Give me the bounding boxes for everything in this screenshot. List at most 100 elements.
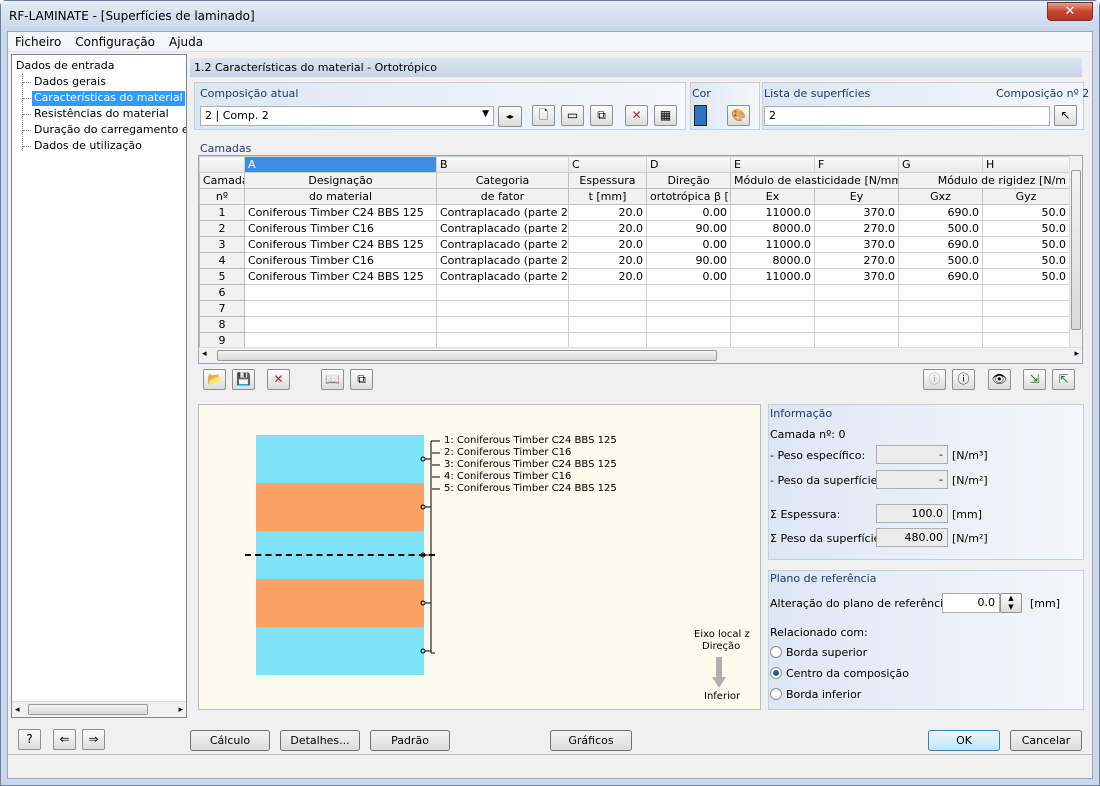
col-letter[interactable]: E xyxy=(730,156,815,173)
tree-item-duracao[interactable]: Duração do carregamento e cla xyxy=(34,123,186,138)
table-cell[interactable]: 20.0 xyxy=(568,204,647,221)
table-cell[interactable] xyxy=(982,284,1070,301)
table-cell[interactable]: 0.00 xyxy=(646,204,731,221)
table-cell[interactable] xyxy=(730,316,815,333)
ok-button[interactable]: OK xyxy=(928,730,1000,751)
tree-scrollbar[interactable]: ◂ ▸ xyxy=(12,701,186,717)
delete-composition-icon[interactable]: ✕ xyxy=(625,105,648,126)
centro-composicao-label[interactable]: Centro da composição xyxy=(786,667,909,680)
radio-borda-superior[interactable] xyxy=(770,646,782,658)
table-cell[interactable]: 90.00 xyxy=(646,220,731,237)
table-cell[interactable]: 90.00 xyxy=(646,252,731,269)
table-cell[interactable] xyxy=(898,284,983,301)
table-cell[interactable]: 0.00 xyxy=(646,268,731,285)
color-swatch[interactable] xyxy=(694,105,707,126)
row-number[interactable]: 7 xyxy=(199,300,245,317)
table-cell[interactable] xyxy=(244,316,437,333)
tree-scroll-thumb[interactable] xyxy=(28,704,148,715)
col-letter[interactable]: A xyxy=(244,156,437,173)
table-cell[interactable]: Coniferous Timber C16 xyxy=(244,220,437,237)
menu-configuracao[interactable]: Configuração xyxy=(68,32,162,49)
table-cell[interactable] xyxy=(646,300,731,317)
help-icon[interactable]: ? xyxy=(18,729,41,750)
table-cell[interactable]: 20.0 xyxy=(568,252,647,269)
table-cell[interactable]: 8000.0 xyxy=(730,220,815,237)
table-cell[interactable]: 20.0 xyxy=(568,236,647,253)
table-cell[interactable] xyxy=(982,300,1070,317)
col-letter[interactable]: G xyxy=(898,156,983,173)
table-cell[interactable]: 0.00 xyxy=(646,236,731,253)
table-vscroll-thumb[interactable] xyxy=(1071,170,1081,330)
scroll-left-icon[interactable]: ◂ xyxy=(202,349,207,359)
table-cell[interactable]: 50.0 xyxy=(982,220,1070,237)
table-hscroll-thumb[interactable] xyxy=(217,350,717,361)
table-cell[interactable]: Contraplacado (parte 2) xyxy=(436,220,569,237)
table-cell[interactable] xyxy=(436,300,569,317)
back-icon[interactable]: ⇐ xyxy=(53,729,76,750)
save-icon[interactable]: 💾 xyxy=(232,369,255,390)
tree-root[interactable]: Dados de entrada xyxy=(16,59,114,74)
material-library-icon[interactable]: 📖 xyxy=(321,369,344,390)
borda-inferior-label[interactable]: Borda inferior xyxy=(786,688,861,701)
import-excel-icon[interactable]: ⇱ xyxy=(1052,369,1075,390)
info-icon[interactable]: ⓘ xyxy=(952,369,975,390)
table-cell[interactable]: Contraplacado (parte 2) xyxy=(436,236,569,253)
menu-ficheiro[interactable]: Ficheiro xyxy=(8,32,68,49)
table-cell[interactable] xyxy=(436,316,569,333)
table-cell[interactable]: 500.0 xyxy=(898,220,983,237)
radio-borda-inferior[interactable] xyxy=(770,688,782,700)
open-library-icon[interactable]: ▭ xyxy=(561,105,584,126)
cancelar-button[interactable]: Cancelar xyxy=(1010,730,1082,751)
table-cell[interactable]: Coniferous Timber C24 BBS 125 xyxy=(244,236,437,253)
table-cell[interactable]: 20.0 xyxy=(568,268,647,285)
table-cell[interactable] xyxy=(982,316,1070,333)
table-cell[interactable] xyxy=(244,300,437,317)
new-composition-icon[interactable]: 🗋 xyxy=(532,105,555,126)
scroll-left-icon[interactable]: ◂ xyxy=(15,703,20,717)
scroll-right-icon[interactable]: ▸ xyxy=(1074,349,1079,359)
table-cell[interactable] xyxy=(814,284,899,301)
table-cell[interactable]: Contraplacado (parte 2) xyxy=(436,204,569,221)
eye-icon[interactable]: 👁 xyxy=(988,369,1011,390)
table-cell[interactable]: Contraplacado (parte 2) xyxy=(436,252,569,269)
tree-item-caracteristicas[interactable]: Características do material xyxy=(32,91,185,106)
table-cell[interactable]: 50.0 xyxy=(982,204,1070,221)
table-vscroll[interactable] xyxy=(1069,156,1082,347)
table-cell[interactable]: 11000.0 xyxy=(730,204,815,221)
table-cell[interactable]: Contraplacado (parte 2) xyxy=(436,268,569,285)
borda-superior-label[interactable]: Borda superior xyxy=(786,646,867,659)
row-number[interactable]: 6 xyxy=(199,284,245,301)
col-letter[interactable]: C xyxy=(568,156,647,173)
scroll-right-icon[interactable]: ▸ xyxy=(178,703,183,717)
prev-next-arrows[interactable]: ◂▸ xyxy=(498,106,522,127)
table-cell[interactable] xyxy=(568,284,647,301)
graficos-button[interactable]: Gráficos xyxy=(550,730,632,751)
copy-rows-icon[interactable]: ⧉ xyxy=(350,369,373,390)
open-folder-icon[interactable]: 📂 xyxy=(203,369,226,390)
col-letter[interactable]: H xyxy=(982,156,1070,173)
row-number[interactable]: 1 xyxy=(199,204,245,221)
select-surfaces-icon[interactable]: ↖ xyxy=(1054,105,1077,126)
row-number[interactable]: 3 xyxy=(199,236,245,253)
delete-icon[interactable]: ✕ xyxy=(267,369,290,390)
table-cell[interactable] xyxy=(568,300,647,317)
table-cell[interactable]: 690.0 xyxy=(898,268,983,285)
spinner-icon[interactable]: ▲ ▼ xyxy=(1000,593,1022,613)
table-cell[interactable]: 8000.0 xyxy=(730,252,815,269)
table-cell[interactable] xyxy=(646,284,731,301)
chevron-down-icon[interactable]: ▼ xyxy=(482,109,489,119)
row-number[interactable]: 4 xyxy=(199,252,245,269)
alteracao-input[interactable]: 0.0 xyxy=(942,593,1000,613)
assign-composition-icon[interactable]: ▦ xyxy=(654,105,677,126)
radio-centro-composicao[interactable] xyxy=(770,667,782,679)
col-letter[interactable]: B xyxy=(436,156,569,173)
table-cell[interactable]: 11000.0 xyxy=(730,268,815,285)
table-hscroll[interactable]: ◂ ▸ xyxy=(199,347,1082,363)
table-cell[interactable]: Coniferous Timber C16 xyxy=(244,252,437,269)
row-number[interactable]: 8 xyxy=(199,316,245,333)
table-cell[interactable]: 11000.0 xyxy=(730,236,815,253)
table-cell[interactable]: 690.0 xyxy=(898,204,983,221)
table-cell[interactable] xyxy=(568,316,647,333)
table-cell[interactable] xyxy=(898,300,983,317)
table-cell[interactable] xyxy=(898,316,983,333)
